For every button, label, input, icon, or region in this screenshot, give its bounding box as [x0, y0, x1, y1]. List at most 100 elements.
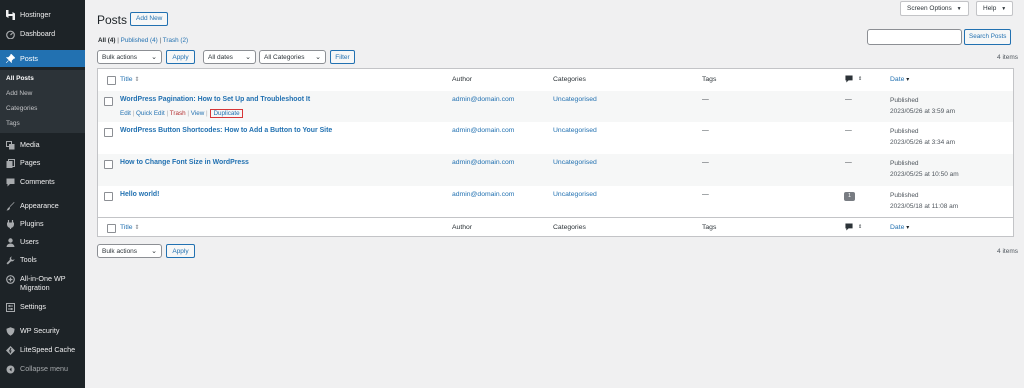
- chevron-down-icon: ⌄: [315, 54, 321, 61]
- apply-button[interactable]: Apply: [166, 50, 195, 64]
- comments-column-icon[interactable]: [845, 223, 853, 233]
- table-footer: Title ⇕ Author Categories Tags ⇕ Date ▾: [98, 217, 1013, 238]
- search-posts-input[interactable]: [867, 29, 962, 45]
- comments-cell: —: [845, 96, 852, 103]
- author-link[interactable]: admin@domain.com: [452, 127, 514, 134]
- column-title[interactable]: Title ⇕: [120, 76, 140, 83]
- sidebar-item-comments[interactable]: Comments: [0, 177, 85, 187]
- comment-count-badge[interactable]: 1: [844, 192, 855, 201]
- sidebar-item-posts[interactable]: Posts: [0, 50, 85, 67]
- category-link[interactable]: Uncategorised: [553, 159, 597, 166]
- bulk-actions-select[interactable]: Bulk actions ⌄: [97, 50, 162, 64]
- row-checkbox[interactable]: [104, 97, 113, 106]
- sidebar-item-appearance[interactable]: Appearance: [0, 201, 85, 211]
- filter-published[interactable]: Published (4): [121, 37, 158, 44]
- plugin-icon: [5, 219, 15, 229]
- sidebar-item-dashboard[interactable]: Dashboard: [0, 29, 85, 39]
- submenu-add-new[interactable]: Add New: [6, 90, 32, 97]
- pin-icon: [5, 54, 15, 64]
- category-link[interactable]: Uncategorised: [553, 96, 597, 103]
- migration-icon: [5, 274, 15, 284]
- collapse-menu-button[interactable]: Collapse menu: [0, 364, 85, 374]
- column-date-label: Date: [890, 76, 905, 83]
- author-link[interactable]: admin@domain.com: [452, 159, 514, 166]
- column-tags: Tags: [702, 224, 717, 231]
- post-title-link[interactable]: Hello world!: [120, 191, 159, 198]
- comments-cell: —: [845, 159, 852, 166]
- sidebar-item-settings[interactable]: Settings: [0, 302, 85, 312]
- sidebar-item-label: Appearance: [20, 201, 59, 210]
- row-checkbox[interactable]: [104, 160, 113, 169]
- chevron-down-icon: ⌄: [245, 54, 251, 61]
- date-cell: Published 2023/05/25 at 10:50 am: [890, 158, 959, 180]
- author-link[interactable]: admin@domain.com: [452, 96, 514, 103]
- submenu-tags[interactable]: Tags: [6, 120, 20, 127]
- sidebar-item-label: Plugins: [20, 219, 44, 228]
- collapse-icon: [5, 364, 15, 374]
- duplicate-link[interactable]: Duplicate: [210, 109, 243, 118]
- separator: |: [166, 110, 169, 117]
- post-title-link[interactable]: How to Change Font Size in WordPress: [120, 159, 249, 166]
- items-count: 4 items: [997, 54, 1018, 61]
- quick-edit-link[interactable]: Quick Edit: [136, 110, 165, 117]
- categories-filter-select[interactable]: All Categories ⌄: [259, 50, 326, 64]
- separator: |: [206, 110, 208, 117]
- add-new-button[interactable]: Add New: [130, 12, 169, 26]
- column-date[interactable]: Date ▾: [890, 224, 909, 231]
- row-checkbox[interactable]: [104, 128, 113, 137]
- screen-options-button[interactable]: Screen Options ▼: [900, 1, 969, 16]
- search-posts-button[interactable]: Search Posts: [964, 29, 1012, 45]
- sidebar-item-pages[interactable]: Pages: [0, 158, 85, 168]
- apply-button-bottom[interactable]: Apply: [166, 244, 195, 258]
- column-title[interactable]: Title ⇕: [120, 224, 140, 231]
- help-button[interactable]: Help ▼: [976, 1, 1014, 16]
- author-link[interactable]: admin@domain.com: [452, 191, 514, 198]
- comments-icon: [5, 177, 15, 187]
- sidebar-item-users[interactable]: Users: [0, 237, 85, 247]
- sidebar-item-label: LiteSpeed Cache: [20, 345, 76, 354]
- filter-button[interactable]: Filter: [330, 50, 355, 64]
- category-link[interactable]: Uncategorised: [553, 191, 597, 198]
- status-filter-links: All (4) | Published (4) | Trash (2): [98, 37, 188, 44]
- sidebar-item-plugins[interactable]: Plugins: [0, 219, 85, 229]
- category-link[interactable]: Uncategorised: [553, 127, 597, 134]
- sort-desc-icon: ▾: [906, 77, 910, 83]
- post-title-link[interactable]: WordPress Pagination: How to Set Up and …: [120, 96, 310, 103]
- filter-trash[interactable]: Trash (2): [163, 37, 188, 44]
- separator: |: [117, 37, 119, 44]
- column-author: Author: [452, 76, 473, 83]
- sidebar-item-migration[interactable]: All-in-One WP Migration: [0, 274, 85, 292]
- post-title-link[interactable]: WordPress Button Shortcodes: How to Add …: [120, 127, 332, 134]
- dates-filter-select[interactable]: All dates ⌄: [203, 50, 256, 64]
- view-link[interactable]: View: [191, 110, 205, 117]
- row-checkbox[interactable]: [104, 192, 113, 201]
- filter-all[interactable]: All (4): [98, 37, 116, 44]
- submenu-all-posts[interactable]: All Posts: [6, 75, 34, 82]
- media-icon: [5, 140, 15, 150]
- separator: |: [187, 110, 189, 117]
- bulk-actions-select-bottom[interactable]: Bulk actions ⌄: [97, 244, 162, 258]
- trash-link[interactable]: Trash: [170, 110, 186, 117]
- litespeed-icon: [5, 345, 15, 355]
- select-all-checkbox[interactable]: [107, 224, 116, 233]
- select-all-checkbox[interactable]: [107, 76, 116, 85]
- sidebar-item-label: Media: [20, 140, 40, 149]
- column-date[interactable]: Date ▾: [890, 76, 909, 83]
- date-cell: Published 2023/05/26 at 3:59 am: [890, 95, 955, 117]
- separator: |: [132, 110, 135, 117]
- column-date-label: Date: [890, 224, 905, 231]
- sort-icon: ⇕: [134, 225, 140, 231]
- posts-table: Title ⇕ Author Categories Tags ⇕ Date ▾ …: [97, 68, 1014, 237]
- post-date: 2023/05/25 at 10:50 am: [890, 171, 959, 178]
- sidebar-item-litespeed[interactable]: LiteSpeed Cache: [0, 345, 85, 355]
- sidebar-item-media[interactable]: Media: [0, 140, 85, 150]
- shield-icon: [5, 326, 15, 336]
- comments-column-icon[interactable]: [845, 75, 853, 85]
- sidebar-item-label: Collapse menu: [20, 364, 68, 373]
- sidebar-item-tools[interactable]: Tools: [0, 255, 85, 265]
- items-count-bottom: 4 items: [997, 248, 1018, 255]
- edit-link[interactable]: Edit: [120, 110, 131, 117]
- submenu-categories[interactable]: Categories: [6, 105, 37, 112]
- sidebar-item-wp-security[interactable]: WP Security: [0, 326, 85, 336]
- sidebar-item-hostinger[interactable]: Hostinger: [0, 10, 85, 20]
